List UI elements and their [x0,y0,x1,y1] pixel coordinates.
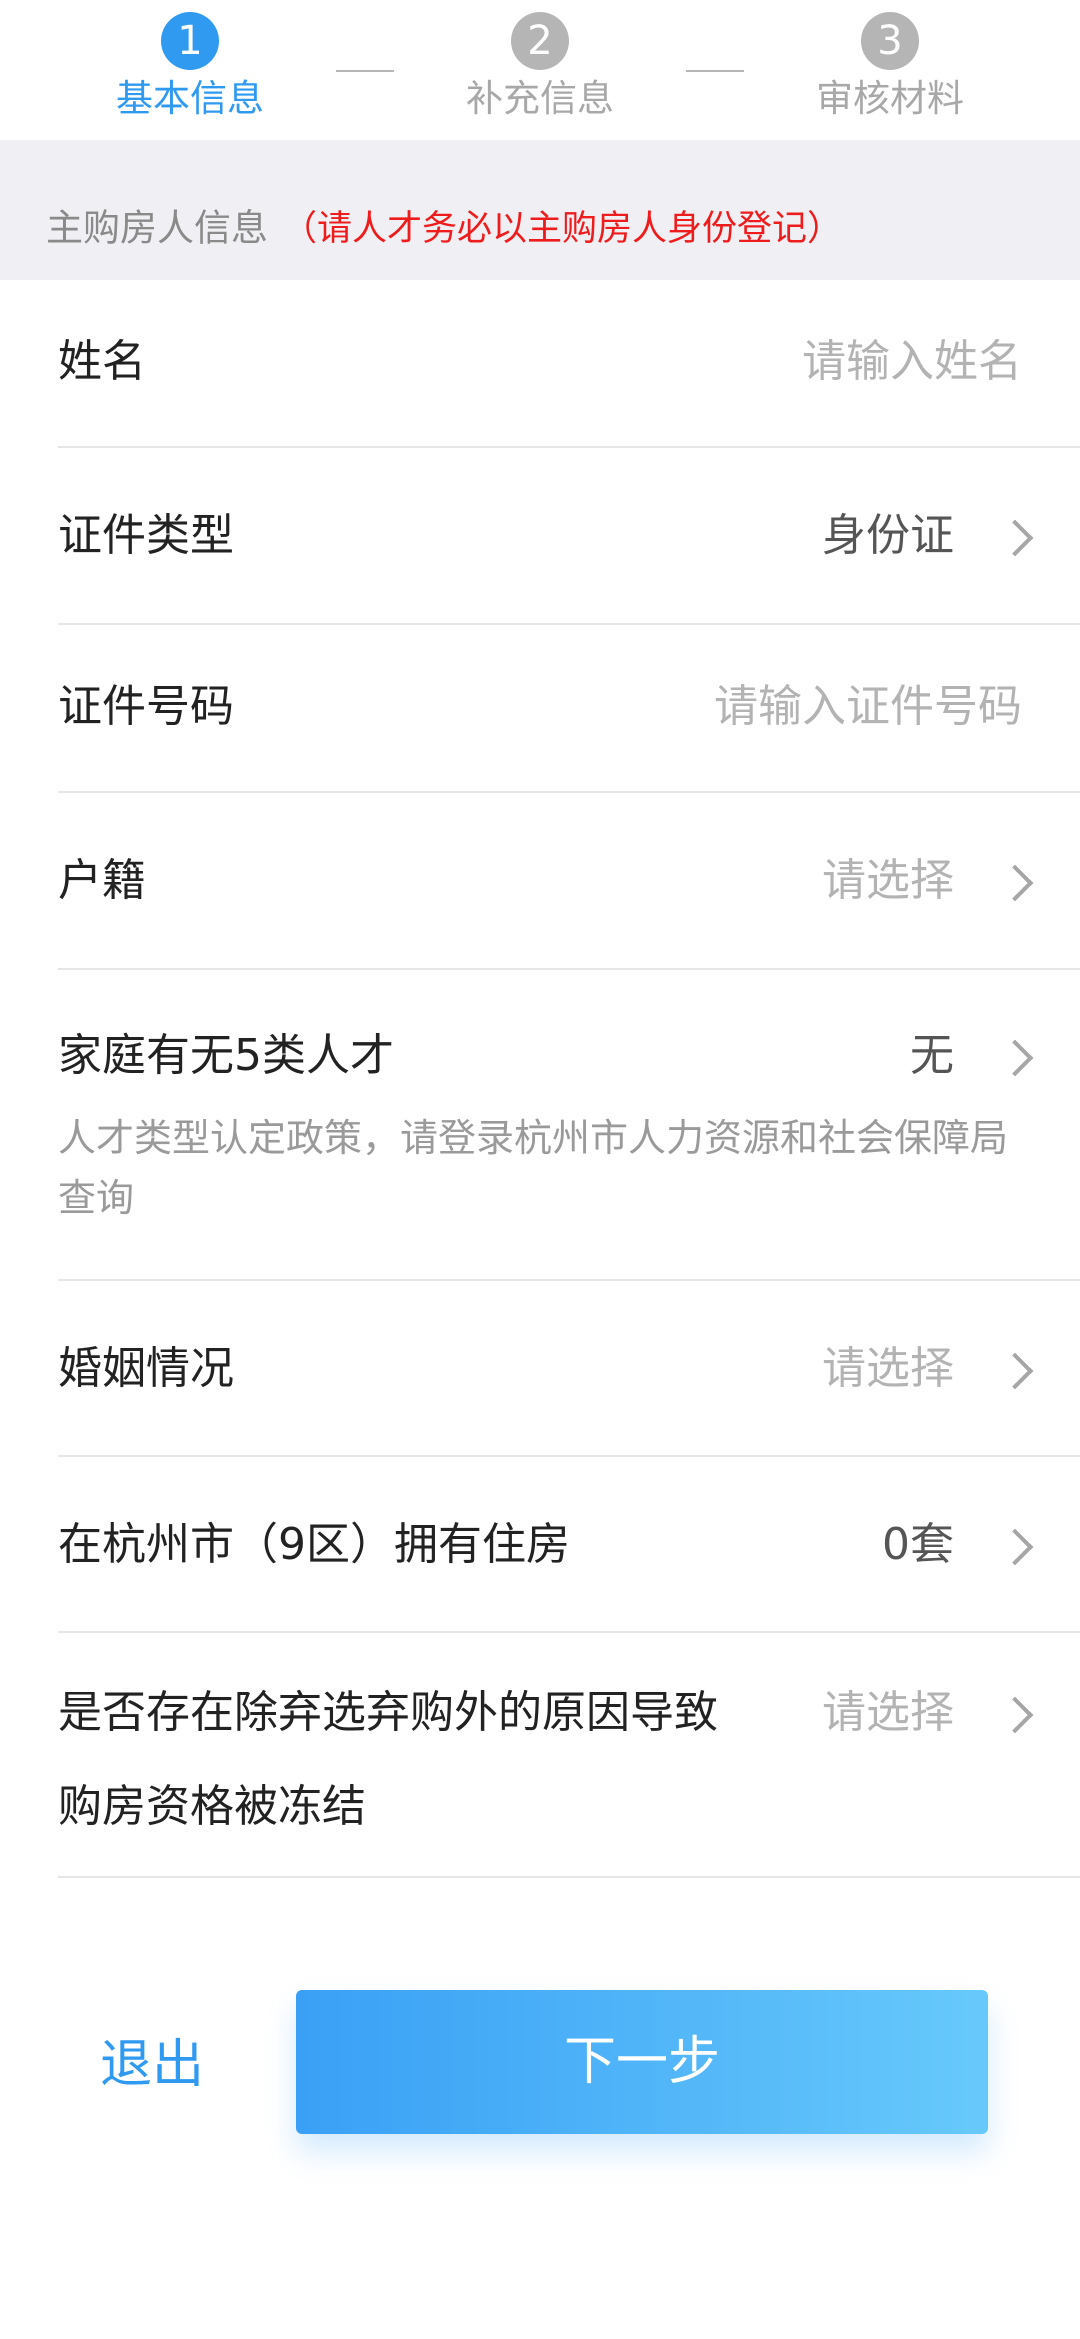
form-row-talent[interactable]: 家庭有无5类人才 无 人才类型认定政策，请登录杭州市人力资源和社会保障局查询 [58,970,1080,1281]
marriage-value: 请选择 [822,1343,954,1394]
talent-policy-hint: 人才类型认定政策，请登录杭州市人力资源和社会保障局查询 [58,1116,1009,1220]
talent-label: 家庭有无5类人才 [58,1030,394,1081]
id-type-label: 证件类型 [58,510,234,561]
section-header: 主购房人信息 （请人才务必以主购房人身份登记） [0,140,1080,280]
form-row-household[interactable]: 户籍 请选择 [58,793,1080,970]
frozen-label: 是否存在除弃选弃购外的原因导致 购房资格被冻结 [58,1681,798,1839]
step-supplementary-info: 2 补充信息 [420,12,660,124]
chevron-right-icon [996,519,1034,557]
chevron-right-icon [996,1696,1034,1734]
frozen-value: 请选择 [822,1687,954,1738]
step-1-label: 基本信息 [116,77,264,120]
household-value: 请选择 [822,855,954,906]
household-label: 户籍 [58,855,146,906]
name-label: 姓名 [58,336,146,387]
exit-button[interactable]: 退出 [100,2030,204,2100]
chevron-right-icon [996,864,1034,902]
section-title: 主购房人信息 [46,206,268,250]
housing-value: 0套 [882,1519,954,1570]
step-connector [336,70,394,72]
form-row-marriage[interactable]: 婚姻情况 请选择 [58,1281,1080,1457]
form-row-housing[interactable]: 在杭州市（9区）拥有住房 0套 [58,1457,1080,1633]
form-row-name: 姓名 [58,280,1080,448]
step-3-badge: 3 [861,12,919,70]
form-row-frozen[interactable]: 是否存在除弃选弃购外的原因导致 购房资格被冻结 请选择 [58,1633,1080,1878]
marriage-label: 婚姻情况 [58,1343,234,1394]
form-row-id-type[interactable]: 证件类型 身份证 [58,448,1080,625]
step-3-label: 审核材料 [816,77,964,120]
id-number-label: 证件号码 [58,681,234,732]
chevron-right-icon [996,1528,1034,1566]
section-warning-note: （请人才务必以主购房人身份登记） [282,208,843,249]
name-input[interactable] [522,330,1022,394]
step-2-badge: 2 [511,12,569,70]
step-review-materials: 3 审核材料 [770,12,1010,124]
frozen-label-line-2: 购房资格被冻结 [58,1781,366,1832]
progress-stepper: 1 基本信息 2 补充信息 3 审核材料 [0,0,1080,140]
step-connector [686,70,744,72]
chevron-right-icon [996,1352,1034,1390]
id-number-input[interactable] [422,675,1022,739]
housing-label: 在杭州市（9区）拥有住房 [58,1519,570,1570]
next-step-button[interactable]: 下一步 [296,1990,988,2134]
buyer-info-form: 姓名 证件类型 身份证 证件号码 户籍 请选择 家庭有无5类人才 无 人才类型认… [0,280,1080,1878]
talent-value: 无 [910,1030,954,1081]
step-2-label: 补充信息 [466,77,614,120]
step-1-badge: 1 [161,12,219,70]
chevron-right-icon [996,1039,1034,1077]
step-basic-info: 1 基本信息 [70,12,310,124]
form-row-id-number: 证件号码 [58,625,1080,793]
frozen-label-line-1: 是否存在除弃选弃购外的原因导致 [58,1687,718,1738]
id-type-value: 身份证 [822,510,954,561]
